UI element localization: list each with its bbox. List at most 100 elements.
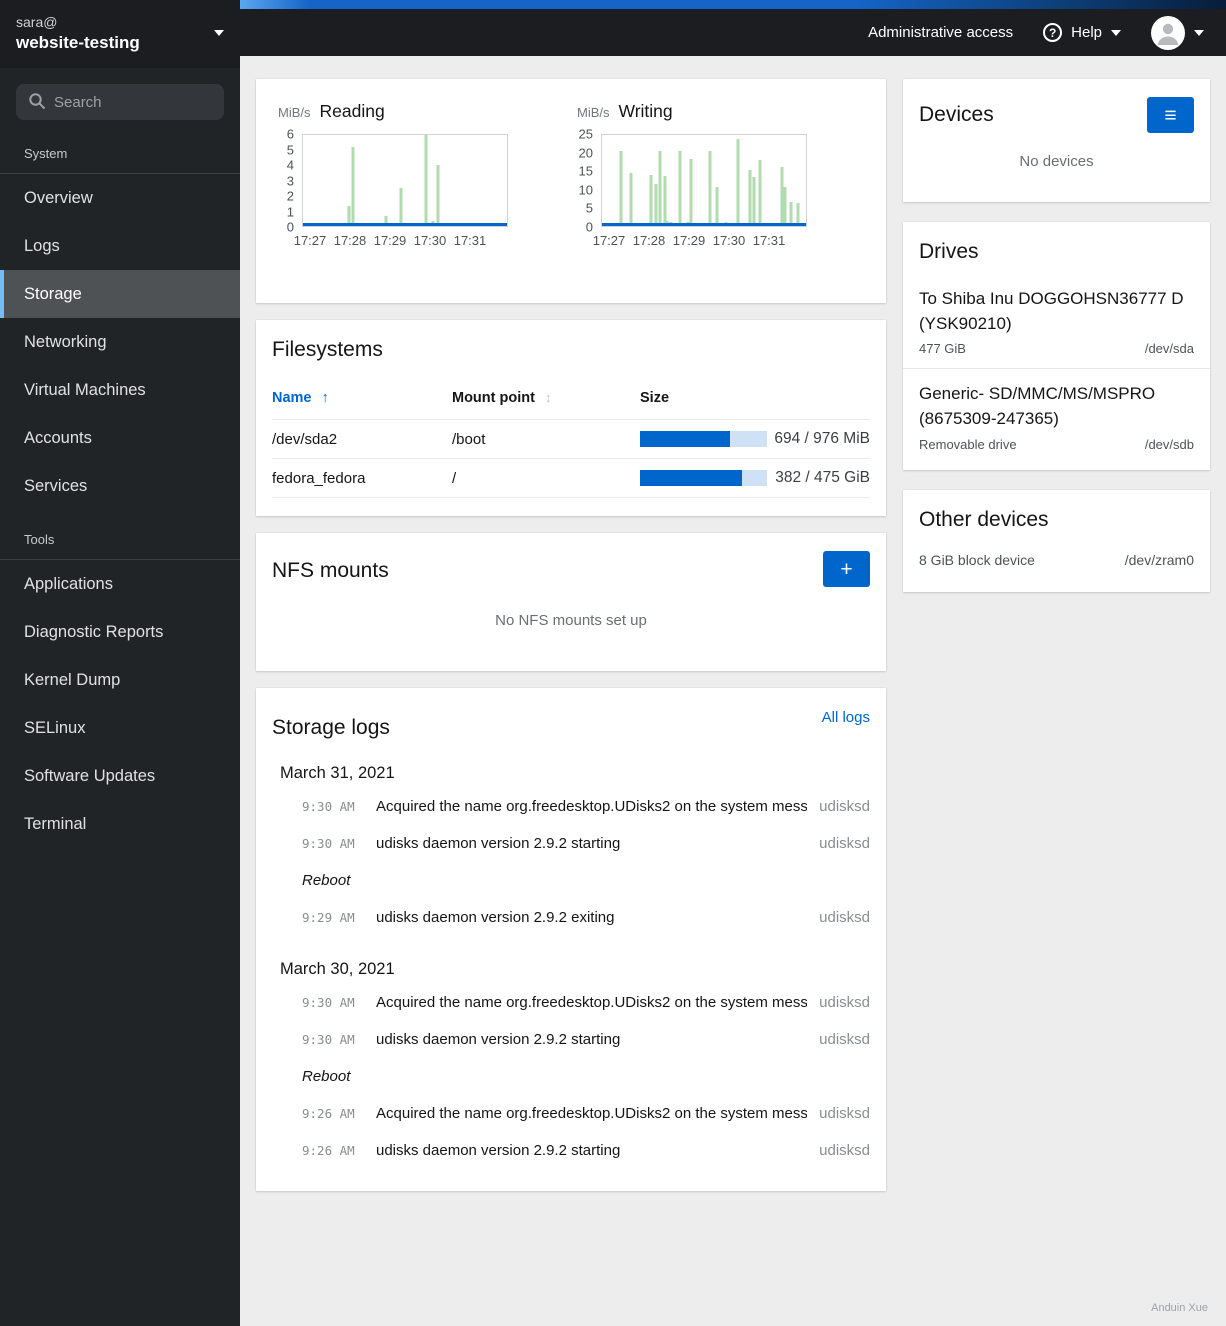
devices-card: Devices ≡ No devices <box>903 79 1210 202</box>
sidebar-item-kernel-dump[interactable]: Kernel Dump <box>0 656 240 704</box>
sidebar-item-networking[interactable]: Networking <box>0 318 240 366</box>
devices-title: Devices <box>919 103 994 126</box>
drive-meta: Removable drive /dev/sdb <box>919 437 1194 452</box>
log-time: 9:30 AM <box>302 1032 355 1047</box>
log-time: 9:29 AM <box>302 910 355 925</box>
reading-x-axis: 17:27 17:28 17:29 17:30 17:31 <box>293 233 487 248</box>
drives-card: Drives To Shiba Inu DOGGOHSN36777 D (YSK… <box>903 222 1210 470</box>
log-time: 9:26 AM <box>302 1106 355 1121</box>
log-service: udisksd <box>819 835 870 852</box>
sidebar-item-selinux[interactable]: SELinux <box>0 704 240 752</box>
log-row[interactable]: 9:30 AM Acquired the name org.freedeskto… <box>302 788 870 825</box>
log-row[interactable]: 9:30 AM udisks daemon version 2.9.2 star… <box>302 825 870 862</box>
sidebar-item-label: Services <box>24 476 88 495</box>
reading-plot <box>302 134 508 227</box>
writing-x-axis: 17:27 17:28 17:29 17:30 17:31 <box>592 233 786 248</box>
sidebar-item-accounts[interactable]: Accounts <box>0 414 240 462</box>
sidebar-item-label: Virtual Machines <box>24 380 146 399</box>
log-time: 9:30 AM <box>302 799 355 814</box>
writing-unit-label: MiB/s <box>577 105 610 120</box>
drives-list: To Shiba Inu DOGGOHSN36777 D (YSK90210) … <box>903 274 1210 464</box>
drive-meta: 477 GiB /dev/sda <box>919 341 1194 356</box>
admin-access-button[interactable]: Administrative access <box>868 24 1013 41</box>
writing-title: Writing <box>618 101 673 121</box>
sidebar-item-label: Networking <box>24 332 107 351</box>
log-row[interactable]: 9:26 AM Acquired the name org.freedeskto… <box>302 1095 870 1132</box>
storage-logs-card: Storage logs All logs March 31, 2021 9:3… <box>256 688 886 1191</box>
table-row[interactable]: fedora_fedora / 382 / 475 GiB <box>272 458 870 498</box>
sidebar-item-storage[interactable]: Storage <box>0 270 240 319</box>
log-service: udisksd <box>819 909 870 926</box>
log-rows: 9:30 AM Acquired the name org.freedeskto… <box>272 984 870 1169</box>
log-time: 9:30 AM <box>302 836 355 851</box>
fs-name: /dev/sda2 <box>272 430 338 448</box>
column-header-size: Size <box>640 390 870 406</box>
sidebar-item-overview[interactable]: Overview <box>0 174 240 222</box>
chevron-down-icon <box>1111 29 1121 36</box>
other-device-item[interactable]: 8 GiB block device /dev/zram0 <box>919 552 1194 572</box>
column-header-name[interactable]: Name ↑ <box>272 390 452 406</box>
writing-plot-area: 25 20 15 10 5 0 <box>571 127 870 235</box>
usage-progress-bar <box>640 431 767 447</box>
fs-size-cell: 382 / 475 GiB <box>640 469 870 487</box>
masthead: Administrative access ? Help <box>240 9 1226 56</box>
sort-ascending-icon: ↑ <box>321 390 329 406</box>
column-header-name-label: Name <box>272 390 312 406</box>
sidebar-item-label: Storage <box>24 284 82 303</box>
other-device-path: /dev/zram0 <box>1124 551 1194 568</box>
nfs-empty-state: No NFS mounts set up <box>495 611 647 629</box>
other-devices-title: Other devices <box>919 507 1049 531</box>
sidebar-item-label: Logs <box>24 236 60 255</box>
drive-path: /dev/sdb <box>1144 436 1194 452</box>
log-service: udisksd <box>819 1031 870 1048</box>
drive-name: To Shiba Inu DOGGOHSN36777 D (YSK90210) <box>919 289 1184 333</box>
host-switcher-text: sara@ website-testing <box>16 12 140 54</box>
main-area: Administrative access ? Help MiB/s Readi… <box>240 0 1226 1326</box>
sidebar-item-applications[interactable]: Applications <box>0 560 240 608</box>
search-input[interactable] <box>16 84 224 121</box>
writing-baseline <box>602 223 806 226</box>
sort-icon: ↕ <box>544 390 552 405</box>
nfs-mounts-card: NFS mounts + No NFS mounts set up <box>256 533 886 671</box>
masthead-accent-bar <box>240 0 1226 9</box>
sidebar-item-label: Software Updates <box>24 766 156 785</box>
sidebar-item-software-updates[interactable]: Software Updates <box>0 752 240 800</box>
drive-item[interactable]: Generic- SD/MMC/MS/MSPRO (8675309-247365… <box>919 369 1194 463</box>
sidebar-item-terminal[interactable]: Terminal <box>0 800 240 848</box>
sidebar-item-label: SELinux <box>24 718 86 737</box>
sidebar-item-label: Overview <box>24 188 93 207</box>
nav-section-tools: Tools <box>0 526 240 561</box>
log-row[interactable]: 9:30 AM Acquired the name org.freedeskto… <box>302 984 870 1021</box>
fs-mount: / <box>452 469 457 487</box>
other-device-detail: 8 GiB block device <box>919 551 1035 568</box>
add-nfs-button[interactable]: + <box>823 551 870 587</box>
help-menu[interactable]: ? Help <box>1043 23 1121 42</box>
storage-logs-title: Storage logs <box>272 716 390 739</box>
sidebar-nav: System Overview Logs Storage Networking … <box>0 124 240 848</box>
reading-baseline <box>303 223 507 226</box>
sidebar-item-logs[interactable]: Logs <box>0 222 240 270</box>
drive-item[interactable]: To Shiba Inu DOGGOHSN36777 D (YSK90210) … <box>919 274 1194 368</box>
drive-name: Generic- SD/MMC/MS/MSPRO (8675309-247365… <box>919 384 1156 428</box>
sidebar-item-diagnostic-reports[interactable]: Diagnostic Reports <box>0 608 240 656</box>
sidebar-item-services[interactable]: Services <box>0 462 240 510</box>
host-switcher[interactable]: sara@ website-testing <box>0 0 240 69</box>
table-row[interactable]: /dev/sda2 /boot 694 / 976 MiB <box>272 419 870 458</box>
log-message: Acquired the name org.freedesktop.UDisks… <box>376 994 808 1011</box>
devices-menu-button[interactable]: ≡ <box>1147 97 1194 133</box>
column-header-mount-point[interactable]: Mount point ↕ <box>452 390 640 406</box>
sidebar-item-virtual-machines[interactable]: Virtual Machines <box>0 366 240 414</box>
admin-access-label: Administrative access <box>868 24 1014 41</box>
all-logs-link[interactable]: All logs <box>822 709 870 726</box>
right-column: Devices ≡ No devices Drives To Shiba Inu… <box>903 79 1210 609</box>
log-message: udisks daemon version 2.9.2 starting <box>376 1142 621 1159</box>
log-time: 9:30 AM <box>302 995 355 1010</box>
log-date-heading: March 30, 2021 <box>280 960 395 978</box>
cockpit-app: sara@ website-testing System Overview Lo… <box>0 0 1226 1326</box>
user-menu[interactable] <box>1151 15 1204 50</box>
log-row[interactable]: 9:26 AM udisks daemon version 2.9.2 star… <box>302 1132 870 1169</box>
log-row[interactable]: 9:30 AM udisks daemon version 2.9.2 star… <box>302 1021 870 1058</box>
log-row[interactable]: 9:29 AM udisks daemon version 2.9.2 exit… <box>302 899 870 936</box>
sidebar-search <box>16 84 224 121</box>
filesystems-card: Filesystems Name ↑ Mount point ↕ Size /d… <box>256 320 886 516</box>
